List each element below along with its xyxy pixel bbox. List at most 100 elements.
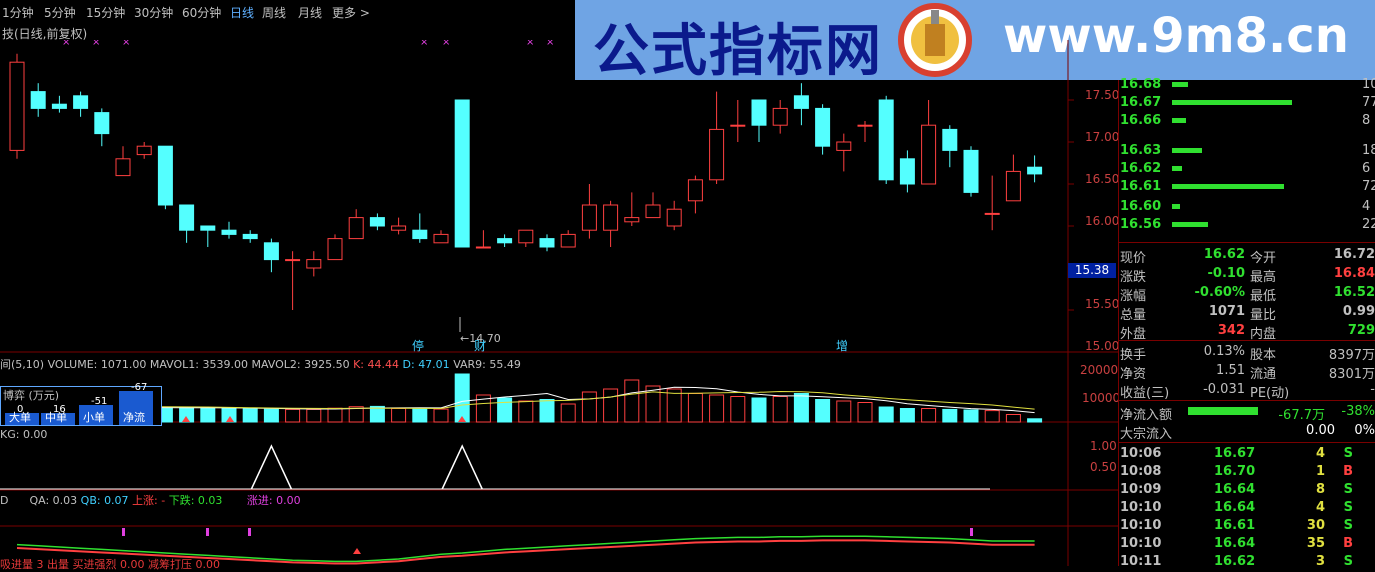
event-x-marker: × xyxy=(526,40,534,48)
game-bar-label: 中单 xyxy=(45,411,67,424)
tick-side: S xyxy=(1343,446,1353,461)
book-volume-bar xyxy=(1172,184,1284,189)
quote-value: -0.10 xyxy=(1207,266,1245,281)
event-marker: 停 xyxy=(412,338,424,353)
book-volume: 8 xyxy=(1362,113,1371,128)
tick-volume: 35 xyxy=(1306,536,1325,551)
tick-time: 10:09 xyxy=(1120,482,1162,497)
period-tab[interactable]: 15分钟 xyxy=(86,4,125,21)
volume-bar xyxy=(412,408,428,423)
candle-body xyxy=(921,124,937,185)
candle-body xyxy=(836,141,852,151)
quote-value: 16.52 xyxy=(1333,285,1375,300)
tick-volume: 1 xyxy=(1315,464,1325,479)
fund-value: - xyxy=(1370,382,1375,397)
game-bar-value: -51 xyxy=(91,396,108,407)
book-price: 16.56 xyxy=(1120,217,1162,232)
fund-label: 净资 xyxy=(1120,367,1147,382)
tick-price: 16.64 xyxy=(1214,500,1256,515)
block-inflow-pct: 0% xyxy=(1354,423,1375,438)
candle-body xyxy=(306,259,322,269)
quote-value: 0.99 xyxy=(1342,304,1375,319)
fund-label: 换手 xyxy=(1120,348,1147,363)
candle-body xyxy=(136,145,152,156)
volume-bar xyxy=(454,373,470,423)
book-volume-bar xyxy=(1172,118,1186,123)
qa-indicator-header: D QA: 0.03 QB: 0.07 上涨: - 下跌: 0.03 涨进: 0… xyxy=(0,492,301,508)
period-tab[interactable]: 30分钟 xyxy=(134,4,173,21)
volume-value: VOLUME: 1071.00 xyxy=(47,358,147,371)
volume-axis-label: 20000 xyxy=(1080,363,1118,377)
candle-body xyxy=(1005,170,1021,202)
book-price: 16.68 xyxy=(1120,77,1162,92)
candle-body xyxy=(454,99,470,248)
quote-row: 涨跌 -0.10 最高 16.84 xyxy=(1118,265,1375,285)
block-inflow-row: 大宗流入 0.00 0% xyxy=(1118,422,1375,442)
quote-label: 总量 xyxy=(1120,308,1147,323)
volume-bar xyxy=(263,408,279,423)
volume-bar xyxy=(327,407,343,423)
quote-value: 1071 xyxy=(1208,304,1245,319)
game-box-title: 博弈 (万元) xyxy=(3,389,60,402)
quote-value: 16.84 xyxy=(1333,266,1375,281)
period-tab[interactable]: 1分钟 xyxy=(2,4,34,21)
net-inflow-row: 净流入额 -67.7万 -38% xyxy=(1118,403,1375,423)
event-x-marker: × xyxy=(442,40,450,48)
candle-body xyxy=(1027,166,1043,175)
candle-body xyxy=(327,238,343,261)
volume-bar xyxy=(857,402,873,423)
volume-bar xyxy=(963,409,979,423)
candle-body xyxy=(412,229,428,240)
period-tab[interactable]: 60分钟 xyxy=(182,4,221,21)
kline-chart[interactable]: × × × × × × ×←14.70停财增20000100001.000.50 xyxy=(0,40,1118,566)
order-book-row: 16.60 4 xyxy=(1118,198,1375,216)
tick-price: 16.61 xyxy=(1214,518,1256,533)
volume-indicator-header: 间(5,10) VOLUME: 1071.00 MAVOL1: 3539.00 … xyxy=(0,356,521,372)
tick-row: 10:06 16.67 4 S xyxy=(1118,445,1375,463)
volume-bar xyxy=(836,400,852,423)
fund-label: PE(动) xyxy=(1250,386,1290,401)
tick-volume: 4 xyxy=(1315,500,1325,515)
period-tab[interactable]: 5分钟 xyxy=(44,4,76,21)
candle-body xyxy=(285,259,301,262)
candle-body xyxy=(475,246,491,249)
volume-bar xyxy=(433,408,449,423)
period-tab[interactable]: 日线 xyxy=(230,4,254,21)
book-volume: 77 xyxy=(1362,95,1375,110)
tick-side: S xyxy=(1343,554,1353,569)
kg-indicator-header: KG: 0.00 xyxy=(0,428,48,441)
volume-bar xyxy=(899,408,915,423)
qa-signal-tick xyxy=(122,528,125,536)
net-inflow-label: 净流入额 xyxy=(1120,408,1173,423)
quote-value: 16.62 xyxy=(1203,247,1245,262)
game-bar-label: 小单 xyxy=(83,411,105,424)
quote-label: 涨跌 xyxy=(1120,270,1147,285)
up-value: 上涨: - xyxy=(132,494,166,507)
quote-row: 涨幅 -0.60% 最低 16.52 xyxy=(1118,284,1375,304)
event-x-marker: × xyxy=(420,40,428,48)
period-tab[interactable]: 周线 xyxy=(262,4,286,21)
tick-price: 16.64 xyxy=(1214,536,1256,551)
volume-bar xyxy=(687,393,703,423)
volume-bar xyxy=(624,379,640,423)
tick-row: 10:10 16.64 35 B xyxy=(1118,535,1375,553)
order-book-row: 16.66 8 xyxy=(1118,112,1375,130)
panel-divider xyxy=(1118,400,1375,401)
fund-value: -0.031 xyxy=(1203,382,1245,397)
tick-row: 10:10 16.64 4 S xyxy=(1118,499,1375,517)
period-tab[interactable]: 月线 xyxy=(298,4,322,21)
candle-body xyxy=(603,204,619,231)
candle-body xyxy=(581,204,597,231)
event-marker: 财 xyxy=(474,339,486,353)
buy-value: 涨进: 0.00 xyxy=(246,494,301,507)
net-inflow-value: -67.7万 xyxy=(1278,408,1325,423)
book-price: 16.63 xyxy=(1120,143,1162,158)
volume-bar xyxy=(603,388,619,423)
candle-body xyxy=(348,217,364,240)
tick-time: 10:08 xyxy=(1120,464,1162,479)
quote-value: 16.72 xyxy=(1333,247,1375,262)
volume-bar xyxy=(391,408,407,423)
period-tab[interactable]: 更多 > xyxy=(332,4,370,21)
tick-volume: 4 xyxy=(1315,446,1325,461)
panel-divider xyxy=(1118,242,1375,243)
